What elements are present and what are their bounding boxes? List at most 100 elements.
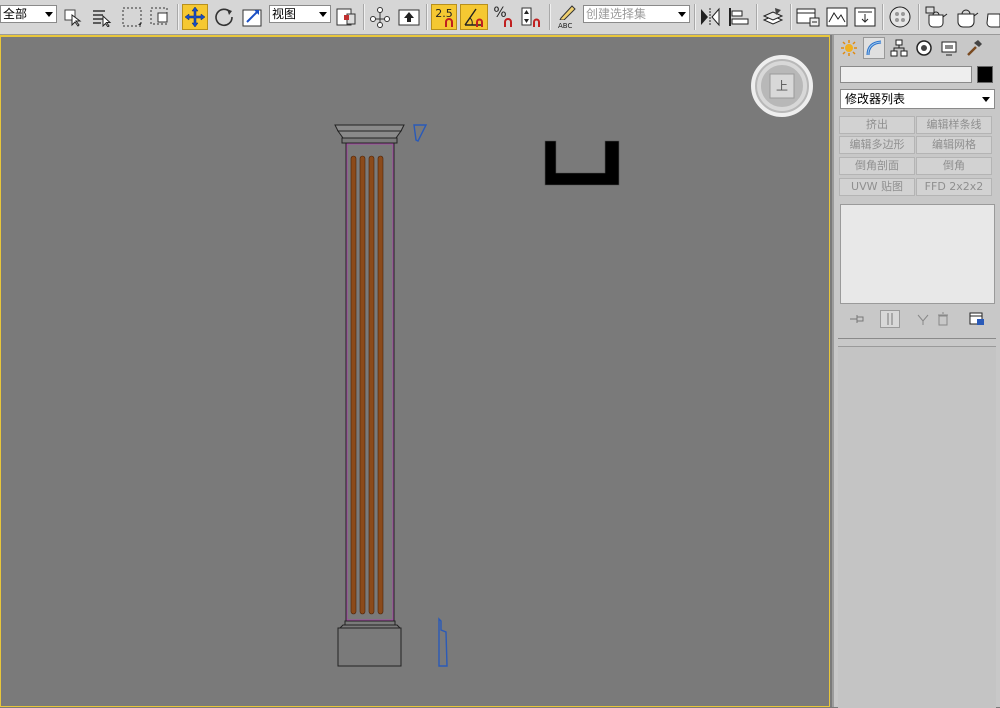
modifier-extrude-button[interactable]: 挤出 [839, 116, 915, 134]
render-iterative-button[interactable] [982, 4, 1000, 30]
chevron-down-icon [678, 12, 686, 17]
spinner-snap-toggle-button[interactable] [518, 4, 544, 30]
spinner-snap-icon [521, 7, 540, 27]
rectangular-selection-button[interactable] [120, 4, 144, 30]
command-panel: 修改器列表 挤出 编辑样条线 编辑多边形 编辑网格 倒角剖面 倒角 UVW 贴图… [832, 35, 1000, 708]
toolbar-separator [177, 4, 179, 30]
modifier-edit-spline-button[interactable]: 编辑样条线 [916, 116, 992, 134]
move-button[interactable] [182, 4, 208, 30]
selection-filter-dropdown[interactable]: 全部 [0, 5, 57, 23]
pivot-center-button[interactable] [334, 4, 360, 30]
base-profile-shape[interactable] [438, 617, 448, 667]
u-shape-object[interactable] [544, 140, 620, 186]
modifier-bevel-button[interactable]: 倒角 [916, 157, 992, 175]
select-by-name-icon [93, 10, 112, 27]
make-unique-button[interactable] [914, 310, 932, 328]
toolbar-separator [426, 4, 428, 30]
scale-icon [242, 9, 262, 27]
end-result-icon [887, 313, 893, 325]
snap-toggle-button[interactable]: 2.5 [431, 4, 457, 30]
rendered-frame-window-button[interactable] [922, 4, 950, 30]
modifier-list-label: 修改器列表 [845, 92, 906, 106]
teapot-render-icon [957, 9, 979, 28]
modifier-edit-mesh-button[interactable]: 编辑网格 [916, 136, 992, 154]
select-object-button[interactable] [62, 4, 84, 30]
pin-stack-button[interactable] [848, 310, 866, 328]
modifier-uvw-map-button[interactable]: UVW 贴图 [839, 178, 915, 196]
modifier-stack-list[interactable] [840, 204, 995, 304]
column-object[interactable] [334, 124, 405, 667]
material-editor-icon [854, 7, 876, 27]
material-editor-button[interactable] [852, 4, 878, 30]
toolbar-separator [882, 4, 884, 30]
upload-box-icon [398, 9, 420, 26]
tab-hierarchy[interactable] [888, 37, 910, 59]
window-crossing-button[interactable] [148, 4, 172, 30]
toolbar-separator [363, 4, 365, 30]
tab-display[interactable] [938, 37, 960, 59]
dashed-rectangle-icon [122, 7, 142, 27]
mirror-button[interactable] [698, 4, 722, 30]
pencil-icon [559, 5, 576, 20]
show-end-result-button[interactable] [880, 310, 900, 328]
selection-filter-value: 全部 [3, 7, 28, 21]
configure-modifier-sets-button[interactable] [968, 310, 986, 328]
object-color-swatch[interactable] [977, 66, 993, 83]
bind-to-space-warp-button[interactable] [396, 4, 422, 30]
window-crossing-icon [150, 7, 168, 25]
top-viewport[interactable]: 上 [0, 35, 830, 707]
tab-modify[interactable] [863, 37, 885, 59]
chevron-down-icon [45, 12, 53, 17]
trash-icon [938, 312, 948, 326]
magnet-icon [504, 18, 512, 27]
teapot-icon [925, 6, 948, 28]
magnet-icon [445, 18, 453, 27]
layer-manager-button[interactable] [760, 4, 786, 30]
schematic-view-button[interactable] [824, 4, 850, 30]
viewcube-face-label: 上 [776, 79, 789, 93]
edit-named-selection-button[interactable]: ABC [554, 4, 580, 30]
link-nodes-icon [370, 7, 390, 28]
angle-snap-icon [464, 8, 483, 27]
select-and-link-button[interactable] [368, 4, 392, 30]
curve-editor-button[interactable] [794, 4, 822, 30]
teapot-sphere-icon [889, 6, 911, 28]
chevron-down-icon [982, 97, 990, 102]
schematic-icon [826, 7, 848, 27]
coord-system-value: 视图 [272, 7, 297, 21]
curve-editor-icon [796, 8, 820, 27]
rotate-icon [215, 8, 233, 27]
object-name-input[interactable] [840, 66, 972, 83]
tab-create[interactable] [838, 37, 860, 59]
capital-profile-shape[interactable] [413, 124, 428, 142]
modifier-stack-toolbar [840, 308, 995, 330]
modifier-ffd-button[interactable]: FFD 2x2x2 [916, 178, 992, 196]
modifier-edit-poly-button[interactable]: 编辑多边形 [839, 136, 915, 154]
sun-star-icon [841, 40, 857, 56]
angle-snap-toggle-button[interactable] [460, 4, 488, 30]
remove-modifier-button[interactable] [934, 310, 952, 328]
pin-icon [850, 315, 864, 323]
align-button[interactable] [726, 4, 752, 30]
named-selection-sets-dropdown[interactable]: 创建选择集 [583, 5, 690, 23]
layers-icon [762, 8, 784, 25]
rotate-button[interactable] [212, 4, 236, 30]
tab-motion[interactable] [913, 37, 935, 59]
toolbar-separator [918, 4, 920, 30]
select-cursor-icon [64, 9, 82, 27]
reference-coord-system-dropdown[interactable]: 视图 [269, 5, 331, 23]
percent-snap-toggle-button[interactable]: % [490, 4, 516, 30]
modifier-list-dropdown[interactable]: 修改器列表 [840, 89, 995, 109]
tab-utilities[interactable] [963, 37, 985, 59]
teapot-partial-icon [986, 13, 1000, 28]
render-production-button[interactable] [952, 4, 980, 30]
chevron-down-icon [319, 12, 327, 17]
modifier-bevel-profile-button[interactable]: 倒角剖面 [839, 157, 915, 175]
hammer-icon [967, 40, 982, 56]
command-panel-tabs [838, 37, 985, 61]
named-selection-placeholder: 创建选择集 [586, 7, 647, 21]
make-unique-icon [917, 314, 929, 325]
scale-button[interactable] [240, 4, 266, 30]
render-setup-button[interactable] [886, 4, 914, 30]
select-by-name-button[interactable] [90, 4, 114, 30]
